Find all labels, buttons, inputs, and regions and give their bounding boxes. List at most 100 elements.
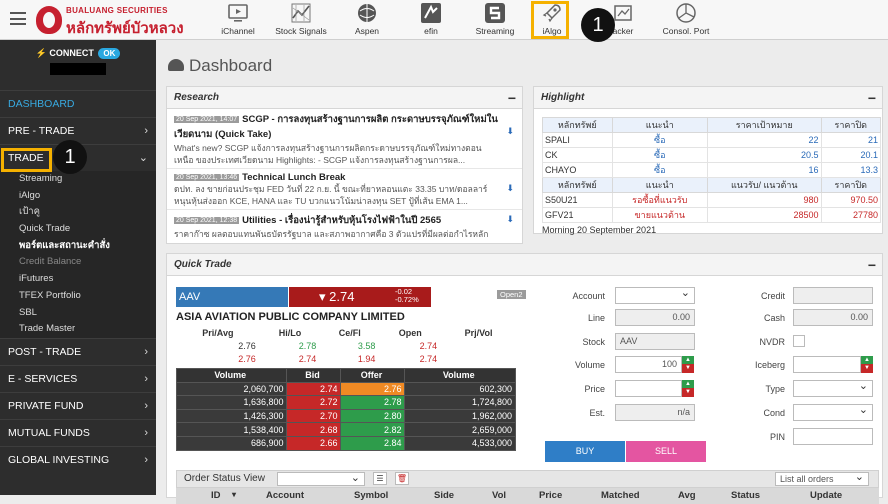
chevron-down-icon: ⌄ <box>138 152 148 164</box>
connect-status: ⚡ CONNECT OK <box>0 40 156 90</box>
price-input[interactable] <box>615 380 682 397</box>
order-status-label: Order Status View <box>184 473 265 484</box>
sidebar-subitem-sbl[interactable]: SBL <box>0 304 156 322</box>
table-row[interactable]: 686,900 2.66 2.84 4,533,000 <box>175 435 516 451</box>
collapse-icon[interactable]: − <box>508 87 516 109</box>
top-toolbar: BUALUANG SECURITIES หลักทรัพย์บัวหลวง iC… <box>0 0 888 42</box>
sidebar-subitem-ifutures[interactable]: iFutures <box>0 271 156 288</box>
step-down-icon[interactable]: ▼ <box>682 364 694 373</box>
iceberg-input[interactable] <box>793 356 861 373</box>
cond-select[interactable] <box>793 403 873 421</box>
table-row[interactable]: S50U21 รอซื้อที่แนวรับ 980 970.50 <box>542 192 881 208</box>
table-row[interactable]: GFV21 ขายแนวต้าน 28500 27780 <box>542 207 881 223</box>
download-icon[interactable]: ⬇ <box>506 214 514 225</box>
step-badge-toolbar: 1 <box>581 8 615 42</box>
toolbar-consol-port[interactable]: Consol. Port <box>662 2 710 38</box>
sidebar-item-post-trade[interactable]: POST - TRADE › <box>0 337 156 365</box>
highlight-table: หลักทรัพย์ แนะนำ ราคาเป้าหมาย ราคาปิด SP… <box>542 117 881 223</box>
pin-input[interactable] <box>793 428 873 445</box>
table-row[interactable]: SPALI ซื้อ 22 21 <box>542 132 881 148</box>
quick-trade-header: Quick Trade − <box>167 254 882 276</box>
toolbar-ichannel[interactable]: iChannel <box>218 2 258 38</box>
stock-label: Stock <box>582 337 605 347</box>
menu-icon[interactable] <box>10 12 26 25</box>
list-filter-select[interactable]: List all orders <box>775 471 869 486</box>
toolbar-efin[interactable]: efin <box>416 2 446 38</box>
sidebar-item-e-services[interactable]: E - SERVICES › <box>0 364 156 392</box>
sidebar-subitem-quick-trade[interactable]: Quick Trade <box>0 221 156 238</box>
price-change: -0.02 -0.72% <box>395 287 419 304</box>
step-down-icon[interactable]: ▼ <box>861 364 873 373</box>
table-row: 2.76 2.78 3.58 2.74 <box>238 340 438 351</box>
company-name: ASIA AVIATION PUBLIC COMPANY LIMITED <box>176 311 405 323</box>
table-header: หลักทรัพย์ แนะนำ แนวรับ/ แนวต้าน ราคาปิด <box>542 177 881 193</box>
list-view-icon[interactable]: ☰ <box>373 472 387 485</box>
dashboard-gauge-icon <box>168 59 184 71</box>
download-icon[interactable]: ⬇ <box>506 183 514 194</box>
sidebar-item-pre-trade[interactable]: PRE - TRADE › <box>0 117 156 144</box>
order-table-header: ID ▾ Account Symbol Side Vol Price Match… <box>176 488 879 504</box>
step-up-icon[interactable]: ▲ <box>682 356 694 364</box>
research-date: 20 Sep 2021, 12:38 <box>174 217 240 224</box>
chevron-right-icon: › <box>144 453 148 466</box>
sidebar-subitem-paokhu[interactable]: เป้าคู <box>0 204 156 222</box>
highlight-panel: Highlight − หลักทรัพย์ แนะนำ ราคาเป้าหมาย… <box>533 86 883 235</box>
price-label: Price <box>584 384 605 394</box>
step-down-icon[interactable]: ▼ <box>682 388 694 397</box>
toolbar-stock-signals[interactable]: Stock Signals <box>274 2 328 38</box>
toolbar-streaming[interactable]: Streaming <box>474 2 516 38</box>
brand-name-th: หลักทรัพย์บัวหลวง <box>66 20 184 37</box>
research-headline-cont: เวียดนาม (Quick Take) <box>174 129 272 140</box>
volume-input[interactable]: 100 <box>615 356 682 373</box>
step-up-icon[interactable]: ▲ <box>682 380 694 388</box>
table-row[interactable]: 1,426,300 2.70 2.80 1,962,000 <box>175 408 516 424</box>
streaming-icon <box>485 3 505 23</box>
sidebar-subitem-trade-master[interactable]: Trade Master <box>0 321 156 338</box>
volume-stepper[interactable]: ▲ ▼ <box>682 356 694 373</box>
est-label: Est. <box>589 408 605 418</box>
credit-label: Credit <box>760 291 785 301</box>
chevron-right-icon: › <box>144 125 148 137</box>
research-item[interactable]: 20 Sep 2021, 13:46 Technical Lunch Break … <box>167 169 522 210</box>
last-price-box: ▾ 2.74 -0.02 -0.72% <box>289 287 431 307</box>
session-badge: Open2 <box>497 290 526 299</box>
sidebar-item-dashboard[interactable]: DASHBOARD <box>0 90 156 117</box>
sidebar-item-global-investing[interactable]: GLOBAL INVESTING › <box>0 445 156 473</box>
download-icon[interactable]: ⬇ <box>506 126 514 137</box>
research-item[interactable]: 20 Sep 2021, 12:38 Utilities - เรื่องน่าร… <box>167 210 522 242</box>
nvdr-checkbox[interactable] <box>793 335 805 347</box>
chevron-right-icon: › <box>144 426 148 439</box>
account-label: Account <box>572 291 605 301</box>
table-row[interactable]: 2,060,700 2.74 2.76 602,300 <box>175 381 516 397</box>
stock-field[interactable]: AAV <box>615 333 695 350</box>
chevron-right-icon: › <box>144 345 148 358</box>
table-row[interactable]: 1,636,800 2.72 2.78 1,724,800 <box>175 395 516 410</box>
toolbar-aspen[interactable]: Aspen <box>350 2 384 38</box>
highlight-note: Morning 20 September 2021 <box>542 225 657 235</box>
sidebar-subitem-tfex-portfolio[interactable]: TFEX Portfolio <box>0 287 156 305</box>
collapse-icon[interactable]: − <box>868 87 876 109</box>
trash-icon[interactable]: 🗑 <box>395 472 409 485</box>
type-select[interactable] <box>793 379 873 397</box>
price-stepper[interactable]: ▲ ▼ <box>682 380 694 397</box>
sidebar-item-mutual-funds[interactable]: MUTUAL FUNDS › <box>0 418 156 446</box>
step-up-icon[interactable]: ▲ <box>861 356 873 364</box>
table-row[interactable]: 1,538,400 2.68 2.82 2,659,000 <box>175 422 516 437</box>
sidebar-subitem-ialgo[interactable]: iAlgo <box>0 187 156 205</box>
sidebar-item-private-fund[interactable]: PRIVATE FUND › <box>0 391 156 419</box>
sell-button[interactable]: SELL <box>626 441 706 462</box>
cond-label: Cond <box>763 408 785 418</box>
table-row[interactable]: CK ซื้อ 20.5 20.1 <box>542 147 881 163</box>
sidebar-subitem-credit-balance[interactable]: Credit Balance <box>0 254 156 272</box>
lotus-logo-icon <box>36 6 62 34</box>
sidebar-subitem-portfolio-orders[interactable]: พอร์ตและสถานะคำสั่ง <box>0 237 156 255</box>
account-select[interactable] <box>615 286 695 304</box>
order-status-select[interactable] <box>277 471 365 486</box>
sidebar-subitem-streaming[interactable]: Streaming <box>0 171 156 188</box>
research-item[interactable]: 20 Sep 2021, 14:07 SCGP - การลงทุนสร้างฐา… <box>167 109 522 169</box>
collapse-icon[interactable]: − <box>868 254 876 276</box>
table-row[interactable]: CHAYO ซื้อ 16 13.3 <box>542 162 881 178</box>
buy-button[interactable]: BUY <box>545 441 625 462</box>
symbol-box[interactable]: AAV <box>176 287 288 307</box>
iceberg-stepper[interactable]: ▲ ▼ <box>861 356 873 373</box>
